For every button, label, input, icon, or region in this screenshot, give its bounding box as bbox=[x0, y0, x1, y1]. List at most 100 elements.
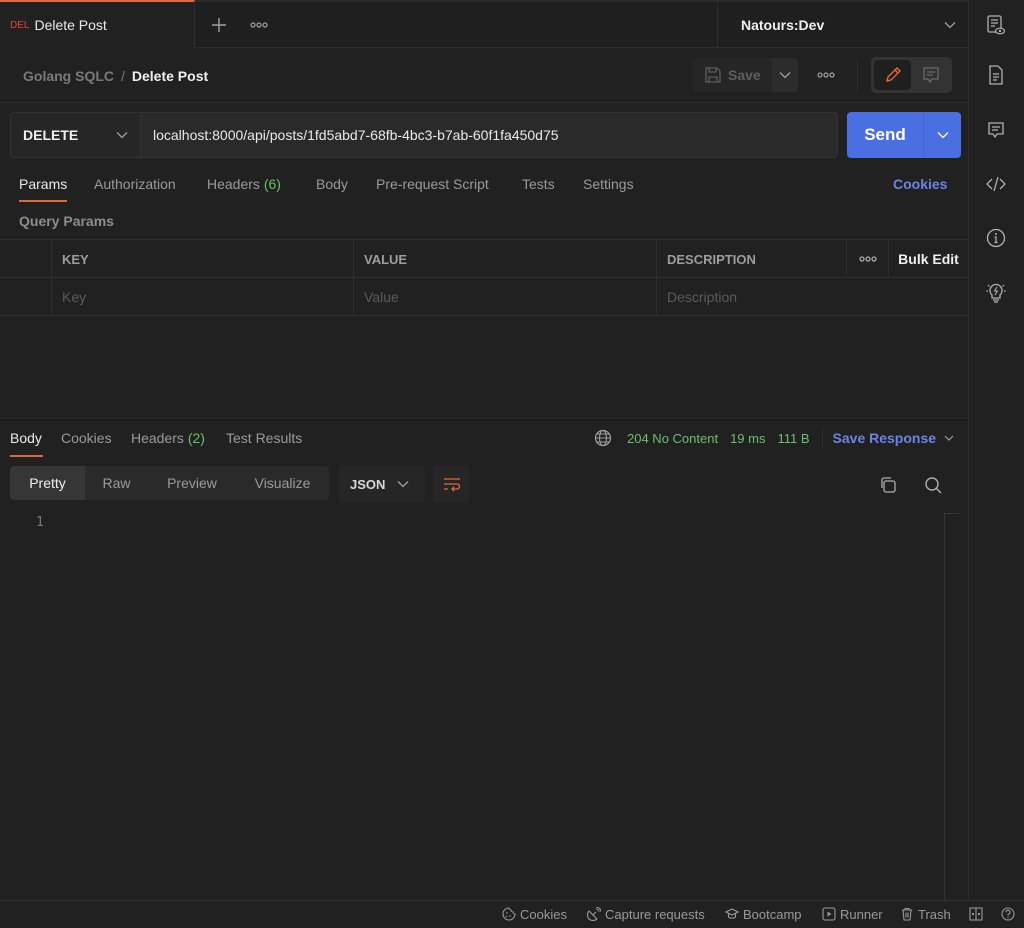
footer-runner-button[interactable]: Runner bbox=[822, 905, 883, 923]
breadcrumb-request-name[interactable]: Delete Post bbox=[132, 68, 208, 84]
request-more-options-button[interactable] bbox=[812, 62, 840, 88]
tab-headers[interactable]: Headers (6) bbox=[207, 176, 281, 192]
save-response-button[interactable]: Save Response bbox=[833, 430, 955, 446]
checkbox-column-header bbox=[0, 240, 52, 278]
comment-mode-button[interactable] bbox=[913, 60, 949, 90]
format-value: JSON bbox=[350, 476, 386, 492]
save-icon bbox=[705, 67, 721, 83]
response-format-select[interactable]: JSON bbox=[338, 466, 425, 502]
help-icon bbox=[1001, 907, 1015, 921]
http-method-select[interactable]: DELETE bbox=[10, 112, 141, 158]
layout-columns-icon bbox=[969, 907, 983, 921]
tab-authorization[interactable]: Authorization bbox=[94, 176, 176, 192]
tab-title: Delete Post bbox=[34, 17, 107, 33]
related-collections-button[interactable] bbox=[984, 281, 1008, 305]
new-tab-button[interactable] bbox=[207, 13, 231, 37]
meta-divider bbox=[821, 428, 823, 448]
tab-label: Headers bbox=[131, 430, 184, 446]
tab-settings[interactable]: Settings bbox=[583, 176, 634, 192]
column-header-value: VALUE bbox=[354, 240, 657, 278]
comment-icon bbox=[923, 67, 939, 84]
tab-params[interactable]: Params bbox=[19, 176, 67, 192]
key-input[interactable]: Key bbox=[52, 278, 354, 316]
response-time[interactable]: 19 ms bbox=[730, 431, 765, 446]
chevron-down-icon bbox=[397, 481, 409, 488]
view-mode-preview[interactable]: Preview bbox=[148, 466, 236, 500]
tab-label: Test Results bbox=[226, 430, 303, 446]
help-button[interactable] bbox=[1001, 905, 1019, 923]
response-tab-test-results[interactable]: Test Results bbox=[226, 430, 302, 446]
tab-method-badge: DEL bbox=[10, 19, 30, 31]
tab-label: Body bbox=[316, 176, 348, 192]
view-mode-visualize[interactable]: Visualize bbox=[236, 466, 329, 500]
pencil-icon bbox=[885, 67, 901, 82]
info-icon bbox=[986, 228, 1006, 248]
bulk-edit-button[interactable]: Bulk Edit bbox=[889, 240, 968, 278]
lightbulb-icon bbox=[986, 283, 1006, 303]
chevron-down-icon bbox=[944, 435, 954, 441]
chevron-down-icon bbox=[116, 132, 128, 139]
code-snippet-button[interactable] bbox=[984, 172, 1008, 196]
edit-mode-button[interactable] bbox=[874, 60, 911, 90]
chevron-down-icon bbox=[944, 21, 956, 28]
breadcrumb-separator: / bbox=[121, 68, 125, 84]
cookies-link[interactable]: Cookies bbox=[893, 176, 947, 192]
description-input[interactable]: Description bbox=[657, 278, 968, 316]
play-box-icon bbox=[822, 907, 836, 921]
globe-icon bbox=[594, 429, 612, 447]
send-button[interactable]: Send bbox=[847, 112, 923, 158]
url-input[interactable] bbox=[141, 112, 838, 158]
footer-bootcamp-button[interactable]: Bootcamp bbox=[725, 905, 802, 923]
tab-tests[interactable]: Tests bbox=[522, 176, 555, 192]
table-options-button[interactable] bbox=[847, 240, 889, 278]
tab-label: Settings bbox=[583, 176, 634, 192]
comment-icon bbox=[988, 122, 1004, 139]
environment-quick-look-button[interactable] bbox=[984, 13, 1008, 37]
footer-label: Bootcamp bbox=[743, 906, 802, 922]
copy-icon bbox=[881, 477, 896, 493]
response-scrollbar[interactable] bbox=[944, 513, 960, 900]
wrap-lines-icon bbox=[443, 478, 460, 492]
request-tab-active[interactable]: DEL Delete Post bbox=[0, 0, 195, 48]
view-mode-raw[interactable]: Raw bbox=[85, 466, 148, 500]
documentation-button[interactable] bbox=[984, 63, 1008, 87]
environment-select[interactable]: Natours:Dev bbox=[717, 0, 968, 48]
header-divider bbox=[0, 102, 968, 103]
response-tab-body[interactable]: Body bbox=[10, 430, 42, 446]
tab-label: Headers bbox=[207, 176, 260, 192]
footer-label: Cookies bbox=[520, 906, 567, 922]
footer-label: Trash bbox=[918, 906, 951, 922]
info-button[interactable] bbox=[984, 226, 1008, 250]
tab-pre-request-script[interactable]: Pre-request Script bbox=[376, 176, 489, 192]
footer-cookies-button[interactable]: Cookies bbox=[502, 905, 567, 923]
response-tab-cookies[interactable]: Cookies bbox=[61, 430, 112, 446]
response-tab-headers[interactable]: Headers (2) bbox=[131, 430, 205, 446]
ellipsis-icon bbox=[250, 22, 268, 28]
document-icon bbox=[989, 65, 1003, 85]
response-size[interactable]: 111 B bbox=[777, 431, 809, 446]
save-options-button[interactable] bbox=[772, 58, 798, 92]
chevron-down-icon bbox=[779, 72, 791, 79]
comments-button[interactable] bbox=[984, 118, 1008, 142]
value-input[interactable]: Value bbox=[354, 278, 657, 316]
wrap-lines-button[interactable] bbox=[433, 466, 470, 502]
copy-response-button[interactable] bbox=[876, 473, 900, 497]
save-button[interactable]: Save bbox=[692, 58, 772, 92]
send-options-button[interactable] bbox=[923, 112, 961, 158]
ellipsis-icon bbox=[858, 256, 877, 262]
view-mode-pretty[interactable]: Pretty bbox=[10, 466, 85, 500]
column-header-key: KEY bbox=[52, 240, 354, 278]
tab-body[interactable]: Body bbox=[316, 176, 348, 192]
two-pane-view-button[interactable] bbox=[969, 905, 987, 923]
toolbar-divider bbox=[857, 60, 858, 92]
tab-options-button[interactable] bbox=[247, 13, 271, 37]
code-icon bbox=[986, 176, 1006, 192]
footer-capture-requests-button[interactable]: Capture requests bbox=[587, 905, 705, 923]
tab-count-badge: (6) bbox=[263, 176, 281, 192]
pane-resize-handle[interactable] bbox=[0, 418, 968, 421]
footer-trash-button[interactable]: Trash bbox=[900, 905, 951, 923]
search-response-button[interactable] bbox=[921, 473, 945, 497]
graduation-cap-icon bbox=[725, 908, 739, 919]
response-status[interactable]: 204 No Content bbox=[627, 431, 718, 446]
breadcrumb-collection[interactable]: Golang SQLC bbox=[23, 68, 114, 84]
